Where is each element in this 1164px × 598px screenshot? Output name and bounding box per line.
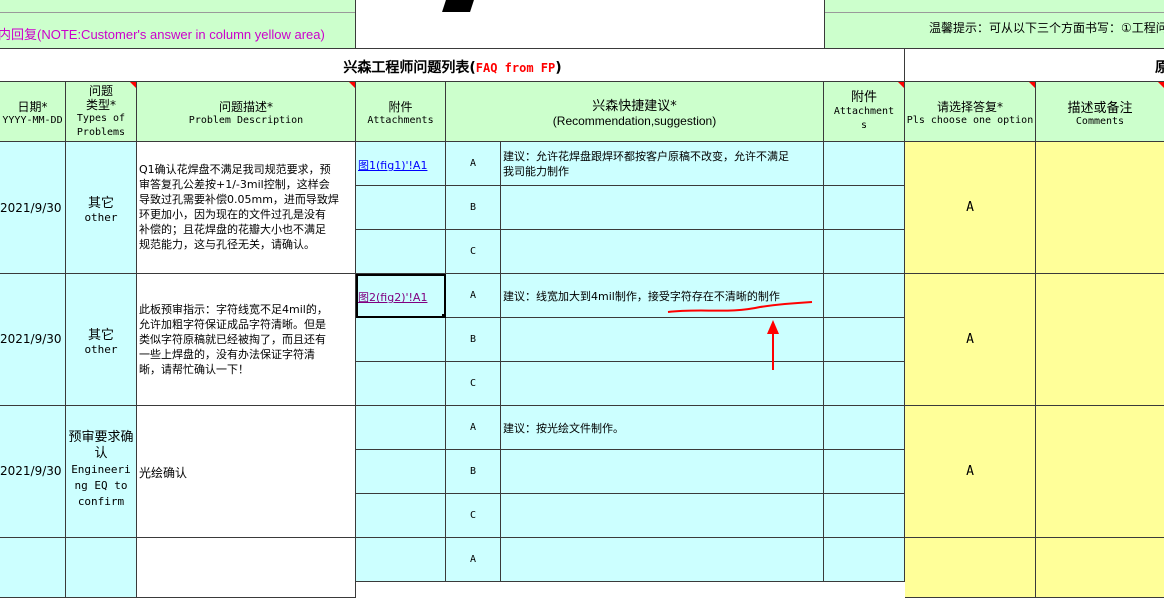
attachment-cell[interactable] bbox=[356, 494, 446, 538]
tip-text: 温馨提示：可从以下三个方面书写：①工程问 bbox=[929, 21, 1164, 35]
reply-choice-cell[interactable]: A bbox=[905, 406, 1036, 538]
problem-description-cell[interactable] bbox=[137, 538, 356, 598]
customer-note: 内回复(NOTE:Customer's answer in column yel… bbox=[0, 27, 325, 42]
problem-description-cell[interactable]: Q1确认花焊盘不满足我司规范要求，预 审答复孔公差按+1/-3mil控制，这样会导… bbox=[137, 142, 356, 274]
header-attachments: 附件 Attachments bbox=[356, 82, 446, 142]
attachment-cell[interactable] bbox=[356, 450, 446, 494]
problem-type-cell[interactable]: 预审要求确认 Engineering EQ to confirm bbox=[66, 406, 137, 538]
suggestion-c-cell[interactable] bbox=[501, 494, 824, 538]
attachment-cell[interactable] bbox=[356, 362, 446, 406]
suggestion-a-cell[interactable]: 建议：允许花焊盘跟焊环都按客户原稿不改变，允许不满足 我司能力制作 bbox=[501, 142, 824, 186]
attachment2-cell[interactable] bbox=[824, 406, 905, 450]
logo-area bbox=[356, 0, 824, 49]
suggestion-a-cell[interactable]: 建议：按光绘文件制作。 bbox=[501, 406, 824, 450]
attachment2-cell[interactable] bbox=[824, 230, 905, 274]
attachment2-cell[interactable] bbox=[824, 362, 905, 406]
attachment-link-cell[interactable]: 图2(fig2)'!A1 bbox=[356, 274, 446, 318]
attachment-link[interactable]: 图2(fig2)'!A1 bbox=[358, 289, 427, 305]
suggestion-a-cell[interactable] bbox=[501, 538, 824, 582]
option-a: A bbox=[446, 538, 501, 582]
attachment-link[interactable]: 图1(fig1)'!A1 bbox=[358, 157, 427, 173]
title-bar: 兴森工程师问题列表(FAQ from FP) bbox=[0, 49, 905, 82]
title-right-partial: 原 bbox=[1155, 60, 1164, 76]
header-problem-description: 问题描述* Problem Description bbox=[137, 82, 356, 142]
suggestion-b-cell[interactable] bbox=[501, 450, 824, 494]
title-cn: 兴森工程师问题列表 bbox=[343, 60, 470, 76]
title-en: FAQ from FP bbox=[475, 61, 556, 75]
header-attachments-2: 附件 Attachment s bbox=[824, 82, 905, 142]
header-recommendation: 兴森快捷建议* (Recommendation,suggestion) bbox=[446, 82, 824, 142]
problem-type-cell[interactable] bbox=[66, 538, 137, 598]
top-left-note-cell: 内回复(NOTE:Customer's answer in column yel… bbox=[0, 0, 356, 49]
option-b: B bbox=[446, 318, 501, 362]
attachment2-cell[interactable] bbox=[824, 318, 905, 362]
attachment-link-cell[interactable]: 图1(fig1)'!A1 bbox=[356, 142, 446, 186]
problem-description-cell[interactable]: 光绘确认 bbox=[137, 406, 356, 538]
header-comments: 描述或备注 Comments bbox=[1036, 82, 1164, 142]
red-annotation bbox=[667, 301, 813, 370]
date-cell[interactable]: 2021/9/30 bbox=[0, 406, 66, 538]
attachment-cell[interactable] bbox=[356, 230, 446, 274]
attachment-cell[interactable] bbox=[356, 406, 446, 450]
option-a: A bbox=[446, 406, 501, 450]
option-c: C bbox=[446, 362, 501, 406]
attachment2-cell[interactable] bbox=[824, 494, 905, 538]
reply-choice-cell[interactable]: A bbox=[905, 274, 1036, 406]
red-underline-mark bbox=[667, 301, 813, 313]
title-bar-right: 原 bbox=[905, 49, 1164, 82]
comments-cell[interactable] bbox=[1036, 274, 1164, 406]
logo-mark bbox=[442, 0, 474, 12]
suggestion-b-cell[interactable] bbox=[501, 186, 824, 230]
option-b: B bbox=[446, 450, 501, 494]
suggestion-c-cell[interactable] bbox=[501, 230, 824, 274]
header-date: 日期* YYYY-MM-DD bbox=[0, 82, 66, 142]
attachment-cell[interactable] bbox=[356, 186, 446, 230]
red-arrow-head bbox=[767, 320, 779, 334]
option-a: A bbox=[446, 274, 501, 318]
attachment2-cell[interactable] bbox=[824, 274, 905, 318]
option-c: C bbox=[446, 494, 501, 538]
problem-type-cell[interactable]: 其它 other bbox=[66, 142, 137, 274]
date-cell[interactable] bbox=[0, 538, 66, 598]
attachment2-cell[interactable] bbox=[824, 450, 905, 494]
attachment2-cell[interactable] bbox=[824, 186, 905, 230]
attachment2-cell[interactable] bbox=[824, 538, 905, 582]
date-cell[interactable]: 2021/9/30 bbox=[0, 274, 66, 406]
attachment-cell[interactable] bbox=[356, 318, 446, 362]
comments-cell[interactable] bbox=[1036, 538, 1164, 598]
header-problem-type: 问题 类型* Types of Problems bbox=[66, 82, 137, 142]
option-a: A bbox=[446, 142, 501, 186]
problem-description-cell[interactable]: 此板预审指示：字符线宽不足4mil的， 允许加粗字符保证成品字符清晰。但是 类似字符… bbox=[137, 274, 356, 406]
top-right-tip-cell: 温馨提示：可从以下三个方面书写：①工程问 bbox=[824, 0, 1164, 49]
option-b: B bbox=[446, 186, 501, 230]
attachment2-cell[interactable] bbox=[824, 142, 905, 186]
attachment-cell[interactable] bbox=[356, 538, 446, 582]
comments-cell[interactable] bbox=[1036, 142, 1164, 274]
comments-cell[interactable] bbox=[1036, 406, 1164, 538]
reply-choice-cell[interactable]: A bbox=[905, 142, 1036, 274]
option-c: C bbox=[446, 230, 501, 274]
header-reply-choice: 请选择答复* Pls choose one option bbox=[905, 82, 1036, 142]
date-cell[interactable]: 2021/9/30 bbox=[0, 142, 66, 274]
reply-choice-cell[interactable] bbox=[905, 538, 1036, 598]
problem-type-cell[interactable]: 其它 other bbox=[66, 274, 137, 406]
